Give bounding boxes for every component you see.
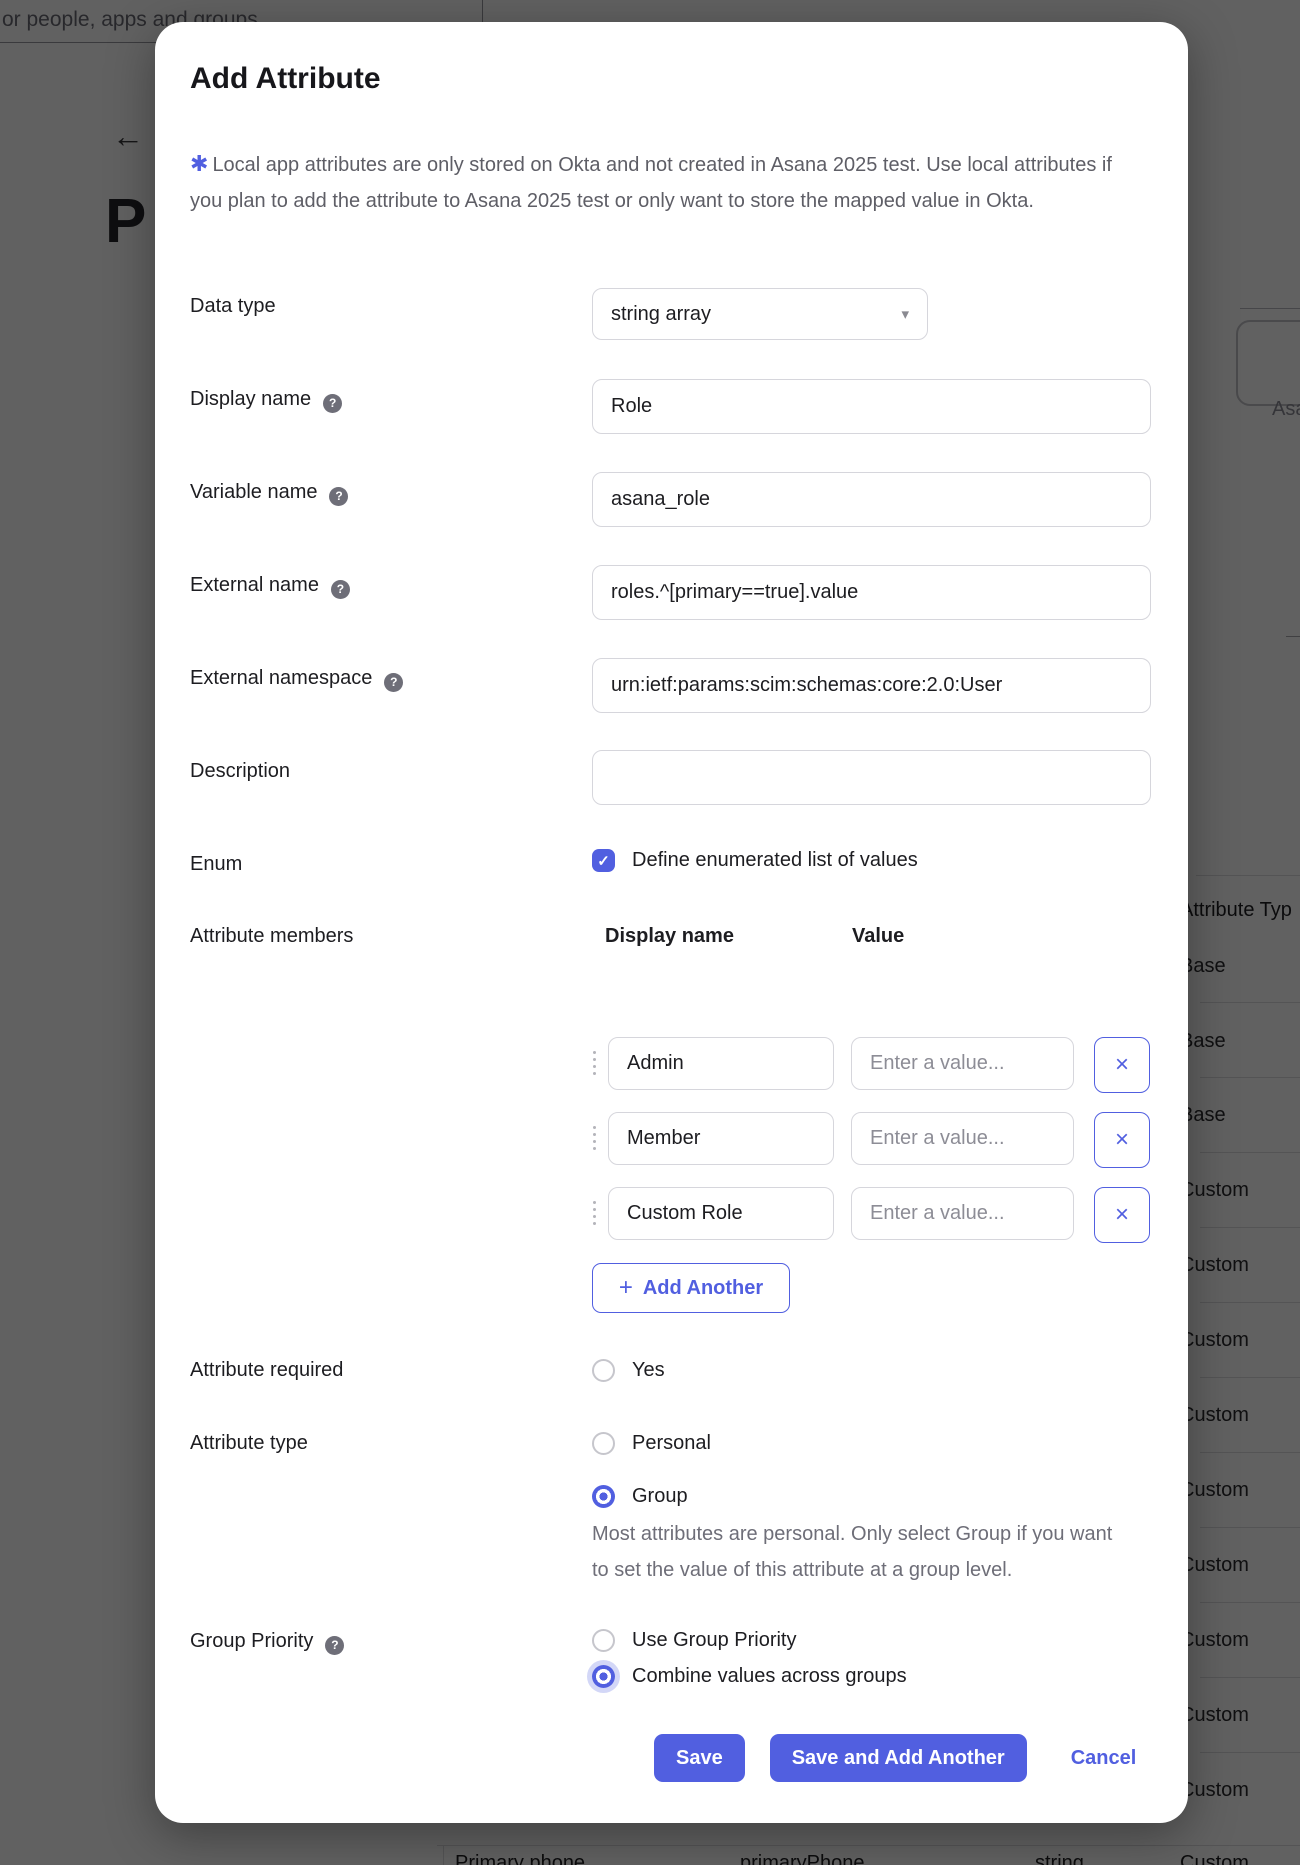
help-icon[interactable]: ? bbox=[325, 1636, 344, 1655]
remove-member-button[interactable]: × bbox=[1094, 1187, 1150, 1243]
description-input[interactable] bbox=[592, 750, 1151, 805]
use-group-priority-radio[interactable] bbox=[592, 1629, 615, 1652]
member-value-input[interactable] bbox=[851, 1187, 1074, 1240]
combine-values-radio[interactable] bbox=[592, 1665, 615, 1688]
external-name-input[interactable] bbox=[592, 565, 1151, 620]
members-value-header: Value bbox=[852, 925, 904, 948]
use-group-priority-label: Use Group Priority bbox=[632, 1629, 797, 1652]
local-attribute-info-text: Local app attributes are only stored on … bbox=[190, 154, 1112, 212]
external-namespace-label-text: External namespace bbox=[190, 667, 372, 689]
variable-name-label-text: Variable name bbox=[190, 481, 317, 503]
help-icon[interactable]: ? bbox=[331, 580, 350, 599]
okta-admin-page: or people, apps and groups ← P Asa Attri… bbox=[0, 0, 1300, 1865]
display-name-input[interactable] bbox=[592, 379, 1151, 434]
variable-name-label: Variable name? bbox=[190, 481, 348, 504]
attribute-member-row: × bbox=[155, 1187, 1188, 1243]
save-and-add-another-button[interactable]: Save and Add Another bbox=[770, 1734, 1027, 1782]
help-icon[interactable]: ? bbox=[384, 673, 403, 692]
external-name-label-text: External name bbox=[190, 574, 319, 596]
member-value-input[interactable] bbox=[851, 1037, 1074, 1090]
drag-handle-icon[interactable] bbox=[593, 1201, 596, 1225]
add-another-button[interactable]: + Add Another bbox=[592, 1263, 790, 1313]
attribute-type-personal-option: Personal bbox=[592, 1432, 711, 1455]
enum-checkbox-row: ✓ Define enumerated list of values bbox=[592, 849, 918, 872]
attribute-required-option: Yes bbox=[592, 1359, 665, 1382]
member-value-input[interactable] bbox=[851, 1112, 1074, 1165]
modal-actions: Save Save and Add Another Cancel bbox=[654, 1734, 1136, 1782]
attribute-type-group-radio[interactable] bbox=[592, 1485, 615, 1508]
enum-checkbox[interactable]: ✓ bbox=[592, 849, 615, 872]
external-name-label: External name? bbox=[190, 574, 350, 597]
external-namespace-label: External namespace? bbox=[190, 667, 403, 690]
remove-member-button[interactable]: × bbox=[1094, 1112, 1150, 1168]
remove-member-button[interactable]: × bbox=[1094, 1037, 1150, 1093]
group-priority-label: Group Priority? bbox=[190, 1630, 344, 1653]
data-type-label: Data type bbox=[190, 295, 276, 318]
member-display-name-input[interactable] bbox=[608, 1187, 834, 1240]
attribute-required-label: Attribute required bbox=[190, 1359, 343, 1382]
member-display-name-input[interactable] bbox=[608, 1037, 834, 1090]
attribute-type-group-label: Group bbox=[632, 1485, 688, 1508]
save-button[interactable]: Save bbox=[654, 1734, 745, 1782]
member-display-name-input[interactable] bbox=[608, 1112, 834, 1165]
variable-name-input[interactable] bbox=[592, 472, 1151, 527]
attribute-members-label: Attribute members bbox=[190, 925, 353, 948]
close-icon: × bbox=[1115, 1051, 1129, 1079]
description-label: Description bbox=[190, 760, 290, 783]
drag-handle-icon[interactable] bbox=[593, 1126, 596, 1150]
attribute-type-personal-radio[interactable] bbox=[592, 1432, 615, 1455]
combine-values-option: Combine values across groups bbox=[592, 1665, 907, 1688]
enum-checkbox-label: Define enumerated list of values bbox=[632, 849, 918, 872]
attribute-required-yes-radio[interactable] bbox=[592, 1359, 615, 1382]
add-another-label: Add Another bbox=[643, 1277, 763, 1300]
help-icon[interactable]: ? bbox=[323, 394, 342, 413]
drag-handle-icon[interactable] bbox=[593, 1051, 596, 1075]
chevron-down-icon: ▾ bbox=[901, 305, 909, 323]
modal-title: Add Attribute bbox=[190, 62, 381, 96]
required-asterisk-icon: ✱ bbox=[190, 151, 208, 176]
members-display-name-header: Display name bbox=[605, 925, 734, 948]
check-icon: ✓ bbox=[597, 852, 610, 870]
data-type-select[interactable]: string array ▾ bbox=[592, 288, 928, 340]
plus-icon: + bbox=[619, 1276, 633, 1300]
use-group-priority-option: Use Group Priority bbox=[592, 1629, 797, 1652]
attribute-type-group-option: Group bbox=[592, 1485, 688, 1508]
attribute-member-row: × bbox=[155, 1112, 1188, 1168]
attribute-type-personal-label: Personal bbox=[632, 1432, 711, 1455]
local-attribute-info: ✱Local app attributes are only stored on… bbox=[190, 146, 1120, 219]
display-name-label-text: Display name bbox=[190, 388, 311, 410]
add-attribute-modal: Add Attribute ✱Local app attributes are … bbox=[155, 22, 1188, 1823]
enum-label: Enum bbox=[190, 853, 242, 876]
close-icon: × bbox=[1115, 1126, 1129, 1154]
group-priority-label-text: Group Priority bbox=[190, 1630, 313, 1652]
help-icon[interactable]: ? bbox=[329, 487, 348, 506]
display-name-label: Display name? bbox=[190, 388, 342, 411]
attribute-required-yes-label: Yes bbox=[632, 1359, 665, 1382]
combine-values-label: Combine values across groups bbox=[632, 1665, 907, 1688]
attribute-type-help-text: Most attributes are personal. Only selec… bbox=[592, 1516, 1132, 1588]
attribute-member-row: × bbox=[155, 1037, 1188, 1093]
data-type-value: string array bbox=[611, 303, 711, 326]
close-icon: × bbox=[1115, 1201, 1129, 1229]
external-namespace-input[interactable] bbox=[592, 658, 1151, 713]
cancel-button[interactable]: Cancel bbox=[1071, 1747, 1137, 1770]
attribute-type-label: Attribute type bbox=[190, 1432, 308, 1455]
